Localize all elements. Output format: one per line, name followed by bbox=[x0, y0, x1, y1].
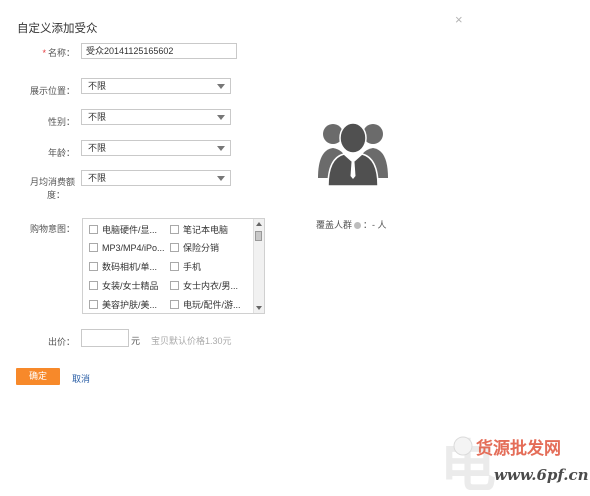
intent-option[interactable]: 手机 bbox=[170, 262, 201, 273]
intent-label: 购物意图： bbox=[29, 224, 75, 234]
position-select[interactable]: 不限 bbox=[81, 78, 231, 94]
intent-option[interactable]: 女装/女士精品 bbox=[89, 281, 159, 292]
cancel-link[interactable]: 取消 bbox=[72, 372, 90, 385]
gender-label: 性别： bbox=[47, 117, 75, 127]
checkbox[interactable] bbox=[89, 243, 98, 252]
chevron-down-icon bbox=[217, 84, 225, 89]
gender-select-value: 不限 bbox=[88, 112, 107, 122]
intent-option[interactable]: 电脑硬件/显... bbox=[89, 225, 157, 236]
bid-input[interactable] bbox=[81, 329, 129, 347]
checkbox[interactable] bbox=[89, 300, 98, 309]
watermark-logo: 电 货源批发网 www.6pf.cn bbox=[438, 432, 589, 496]
watermark-line1: 货源批发网 bbox=[476, 438, 561, 459]
watermark-line2: www.6pf.cn bbox=[494, 466, 588, 484]
name-input[interactable] bbox=[81, 43, 237, 59]
intent-option[interactable]: 保险分销 bbox=[170, 243, 219, 254]
scroll-down-icon[interactable] bbox=[256, 306, 262, 310]
audience-group-icon bbox=[314, 116, 392, 188]
gender-select[interactable]: 不限 bbox=[81, 109, 231, 125]
intent-option[interactable]: 数码相机/单... bbox=[89, 262, 157, 273]
coverage-value: - 人 bbox=[372, 220, 387, 230]
checkbox[interactable] bbox=[170, 300, 179, 309]
name-label: * 名称： bbox=[42, 48, 75, 58]
help-icon[interactable] bbox=[354, 222, 362, 229]
close-icon[interactable]: × bbox=[455, 13, 463, 27]
age-select[interactable]: 不限 bbox=[81, 140, 231, 156]
intent-option[interactable]: 笔记本电脑 bbox=[170, 225, 228, 236]
intent-option[interactable]: 电玩/配件/游... bbox=[170, 300, 241, 311]
intent-option[interactable]: 美容护肤/美... bbox=[89, 300, 157, 311]
bid-hint: 宝贝默认价格1.30元 bbox=[151, 336, 232, 346]
checkbox[interactable] bbox=[89, 262, 98, 271]
scroll-up-icon[interactable] bbox=[256, 222, 262, 226]
spend-label: 月均消费额 bbox=[29, 177, 75, 187]
position-select-value: 不限 bbox=[88, 81, 107, 91]
intent-option[interactable]: MP3/MP4/iPo... bbox=[89, 243, 165, 254]
checkbox[interactable] bbox=[170, 281, 179, 290]
chevron-down-icon bbox=[217, 115, 225, 120]
confirm-button[interactable]: 确定 bbox=[16, 368, 60, 385]
age-select-value: 不限 bbox=[88, 143, 107, 153]
spend-select-value: 不限 bbox=[88, 173, 107, 183]
checkbox[interactable] bbox=[170, 262, 179, 271]
checkbox[interactable] bbox=[170, 225, 179, 234]
scroll-thumb[interactable] bbox=[255, 231, 262, 241]
spend-select[interactable]: 不限 bbox=[81, 170, 231, 186]
checkbox[interactable] bbox=[170, 243, 179, 252]
intent-list[interactable]: 电脑硬件/显... 笔记本电脑 MP3/MP4/iPo... 保险分销 数码相机… bbox=[82, 218, 265, 314]
bid-unit: 元 bbox=[131, 336, 141, 346]
checkbox[interactable] bbox=[89, 225, 98, 234]
intent-option[interactable]: 女士内衣/男... bbox=[170, 281, 238, 292]
scrollbar[interactable] bbox=[253, 219, 264, 313]
coverage-text: 覆盖人群 ：- 人 bbox=[316, 220, 387, 230]
required-mark: * bbox=[42, 48, 46, 58]
chevron-down-icon bbox=[217, 146, 225, 151]
age-label: 年龄： bbox=[47, 148, 75, 158]
checkbox[interactable] bbox=[89, 281, 98, 290]
position-label: 展示位置： bbox=[29, 86, 75, 96]
chevron-down-icon bbox=[217, 176, 225, 181]
bid-label: 出价： bbox=[47, 337, 75, 347]
coverage-label: 覆盖人群 bbox=[316, 220, 353, 230]
spend-label-cont: 度： bbox=[46, 190, 65, 200]
dialog-title: 自定义添加受众 bbox=[17, 23, 98, 35]
